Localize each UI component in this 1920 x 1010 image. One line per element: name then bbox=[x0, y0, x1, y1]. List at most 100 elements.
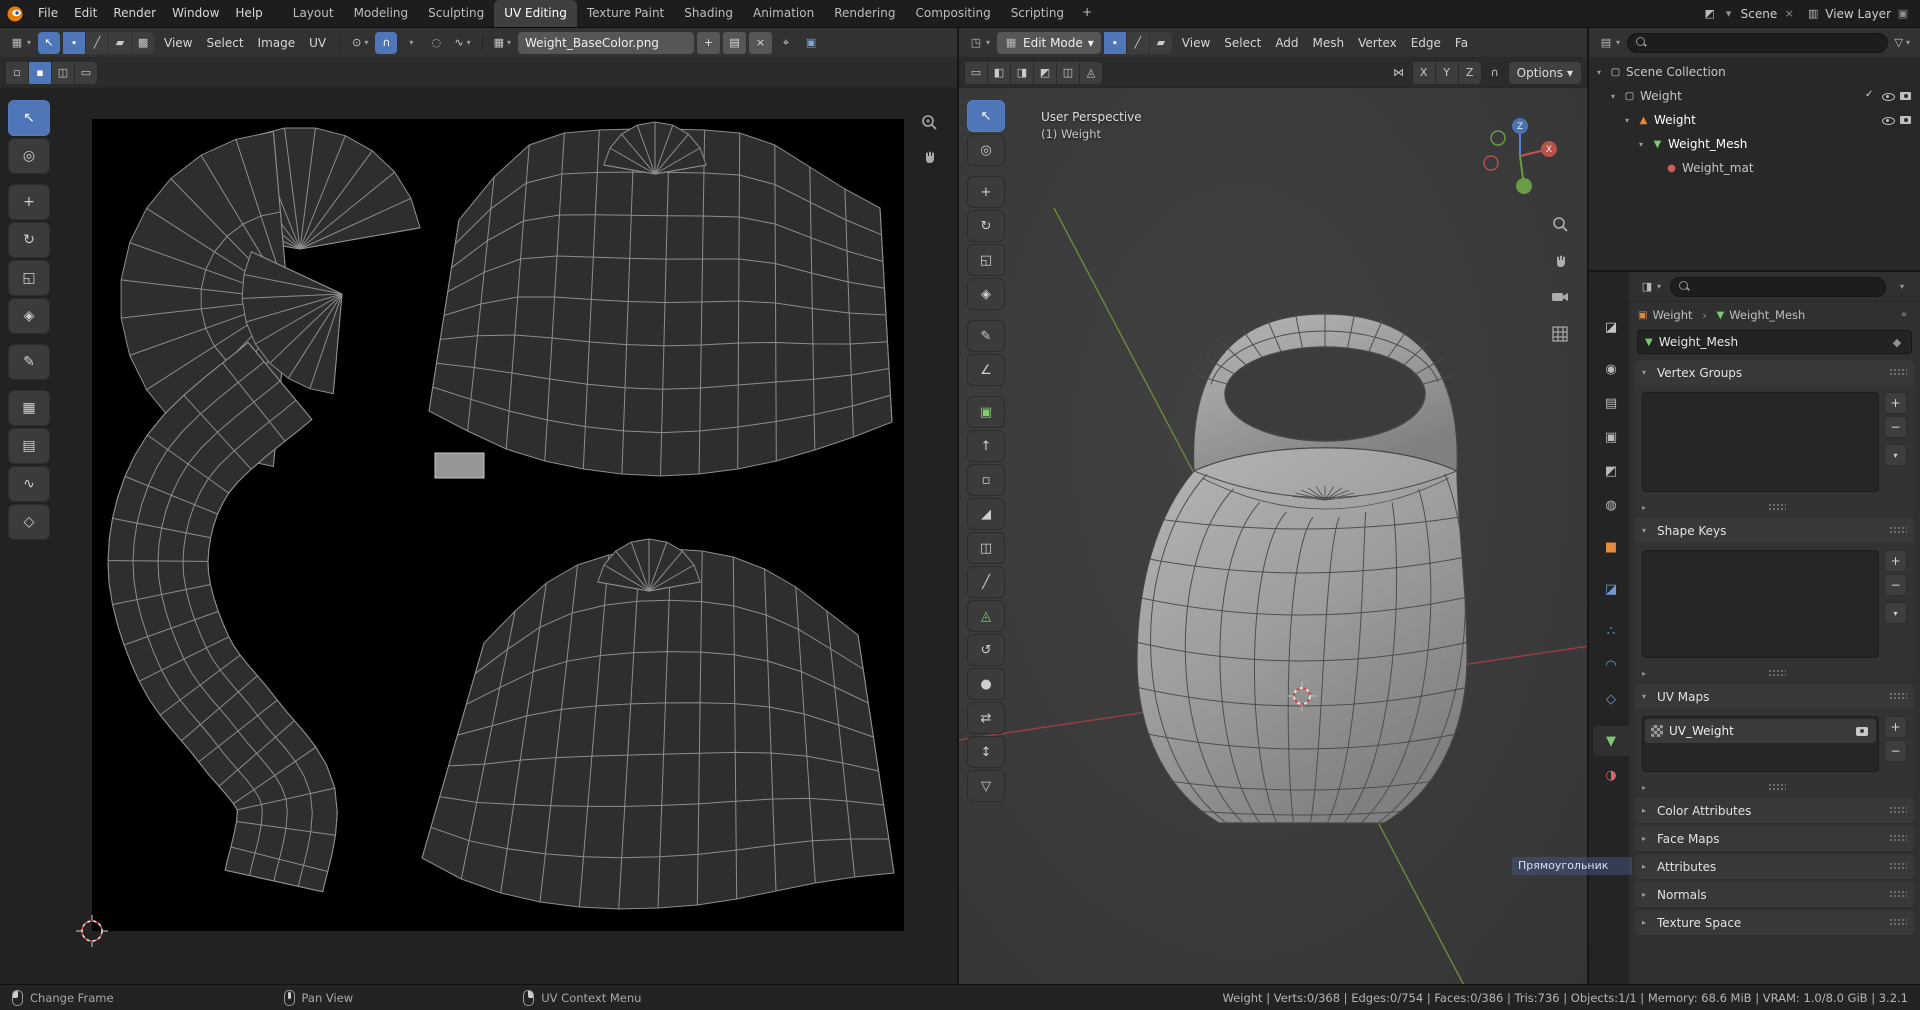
section-header[interactable]: ▾ Vertex Groups bbox=[1635, 360, 1914, 385]
viewport-menu-select[interactable]: Select bbox=[1217, 32, 1268, 54]
outliner-row-scene-collection[interactable]: ▾ ▢ Scene Collection bbox=[1589, 60, 1920, 84]
eye-icon[interactable] bbox=[1880, 89, 1896, 103]
tool-button-spin[interactable]: ↺ bbox=[967, 634, 1005, 666]
uv-sync-selection-toggle[interactable]: ↖ bbox=[38, 31, 61, 54]
workspace-tab-compositing[interactable]: Compositing bbox=[905, 0, 1000, 27]
viewport-toggle-toggle-4[interactable]: ◩ bbox=[1034, 61, 1056, 84]
remove-button[interactable]: − bbox=[1884, 740, 1907, 762]
topbar-menu-edit[interactable]: Edit bbox=[66, 0, 105, 27]
tool-button-rotate[interactable]: ↻ bbox=[967, 210, 1005, 242]
snapping-menu-button[interactable]: ▾ bbox=[400, 32, 422, 54]
filter-dropdown-button[interactable]: ▾ bbox=[1891, 276, 1913, 298]
shield-icon[interactable]: ◆ bbox=[1890, 334, 1904, 350]
tool-button-rotate[interactable]: ↻ bbox=[8, 222, 50, 258]
workspace-tab-texture-paint[interactable]: Texture Paint bbox=[577, 0, 674, 27]
properties-tab-particles[interactable]: ∴ bbox=[1593, 616, 1629, 646]
view-layer-selector[interactable]: ▥ View Layer ▣ bbox=[1806, 6, 1910, 22]
subpanel-footer[interactable]: ▸ bbox=[1635, 499, 1914, 515]
section-header[interactable]: ▾ Shape Keys bbox=[1635, 518, 1914, 543]
eye-icon[interactable] bbox=[1880, 113, 1896, 127]
viewport-menu-add[interactable]: Add bbox=[1268, 32, 1305, 54]
uv-sticky-mode-sticky-shared-location[interactable]: ▪ bbox=[29, 61, 51, 84]
outliner-search[interactable] bbox=[1627, 32, 1888, 53]
workspace-tab-scripting[interactable]: Scripting bbox=[1001, 0, 1074, 27]
uv-select-mode-edge[interactable]: ╱ bbox=[86, 31, 109, 54]
tool-button-measure[interactable]: ∠ bbox=[967, 354, 1005, 386]
filter-button[interactable]: ▽ ▾ bbox=[1891, 32, 1914, 54]
properties-tab-view-layer[interactable]: ▣ bbox=[1593, 422, 1629, 452]
mesh-select-mode-edge[interactable]: ╱ bbox=[1126, 31, 1149, 54]
properties-tab-scene[interactable]: ◩ bbox=[1593, 456, 1629, 486]
workspace-tab-uv-editing[interactable]: UV Editing bbox=[494, 0, 577, 27]
drag-grip-icon[interactable] bbox=[1889, 918, 1907, 927]
tool-button-annotate[interactable]: ✎ bbox=[8, 344, 50, 380]
uv-canvas[interactable]: ↖ ◎ + ↻ ◱ ◈ ✎ ▦ ▤ ∿ ◇ bbox=[0, 88, 957, 984]
drag-grip-icon[interactable] bbox=[1889, 806, 1907, 815]
tool-button-bevel[interactable]: ◢ bbox=[967, 498, 1005, 530]
mesh-name-field[interactable]: ▼ Weight_Mesh ◆ bbox=[1637, 330, 1912, 354]
browse-image-button[interactable]: ▦ ▾ bbox=[490, 32, 515, 54]
section-header[interactable]: ▸ Face Maps bbox=[1635, 826, 1914, 851]
tool-button-rip-region[interactable]: ▽ bbox=[967, 770, 1005, 802]
symmetry-axis-x[interactable]: X bbox=[1412, 61, 1435, 84]
breadcrumb-object[interactable]: Weight bbox=[1652, 308, 1692, 322]
properties-tab-render[interactable]: ◉ bbox=[1593, 354, 1629, 384]
editor-type-button[interactable]: ▤ ▾ bbox=[1595, 32, 1624, 54]
tool-button-inset[interactable]: ▫ bbox=[967, 464, 1005, 496]
editor-type-button[interactable]: ▦ ▾ bbox=[6, 32, 35, 54]
unlink-scene-icon[interactable]: × bbox=[1782, 6, 1796, 22]
tool-button-smooth[interactable]: ● bbox=[967, 668, 1005, 700]
zoom-icon[interactable] bbox=[919, 112, 939, 132]
outliner-row-collection-weight[interactable]: ▾ ▢ Weight bbox=[1589, 84, 1920, 108]
tool-button-knife[interactable]: ╱ bbox=[967, 566, 1005, 598]
properties-tab-tool[interactable]: ◪ bbox=[1593, 312, 1629, 342]
specials-menu-button[interactable]: ▾ bbox=[1884, 602, 1907, 624]
properties-tab-object[interactable]: ■ bbox=[1593, 532, 1629, 562]
tool-button-transform[interactable]: ◈ bbox=[8, 298, 50, 334]
workspace-tab-layout[interactable]: Layout bbox=[283, 0, 344, 27]
list-box[interactable] bbox=[1642, 392, 1879, 492]
search-input[interactable] bbox=[1695, 280, 1877, 293]
uv-menu-view[interactable]: View bbox=[157, 32, 199, 54]
viewport-menu-edge[interactable]: Edge bbox=[1404, 32, 1448, 54]
uv-menu-select[interactable]: Select bbox=[200, 32, 251, 54]
uv-select-mode-vertex[interactable]: ∙ bbox=[63, 31, 86, 54]
tool-button-tweak[interactable]: ↖ bbox=[967, 100, 1005, 132]
properties-tab-world[interactable]: ◍ bbox=[1593, 490, 1629, 520]
image-overlay-toggle[interactable]: ▣ bbox=[800, 32, 822, 54]
tool-button-pinch[interactable]: ◇ bbox=[8, 504, 50, 540]
uv-map-row[interactable]: UV_Weight bbox=[1645, 719, 1876, 743]
tool-button-shrink-fatten[interactable]: ↕ bbox=[967, 736, 1005, 768]
tool-button-cursor[interactable]: ◎ bbox=[8, 138, 50, 174]
expand-caret-icon[interactable]: ▾ bbox=[1607, 92, 1619, 101]
snapping-toggle[interactable]: ∩ bbox=[375, 31, 398, 54]
proportional-falloff-button[interactable]: ∿ ▾ bbox=[450, 32, 474, 54]
symmetry-axis-y[interactable]: Y bbox=[1435, 61, 1458, 84]
tool-button-add-cube[interactable]: ▣ bbox=[967, 396, 1005, 428]
add-button[interactable]: + bbox=[1884, 716, 1907, 738]
tool-button-grab[interactable]: ▤ bbox=[8, 428, 50, 464]
drag-grip-icon[interactable] bbox=[1889, 692, 1907, 701]
viewport-menu-mesh[interactable]: Mesh bbox=[1306, 32, 1352, 54]
section-header[interactable]: ▸ Color Attributes bbox=[1635, 798, 1914, 823]
breadcrumb-data[interactable]: Weight_Mesh bbox=[1729, 308, 1805, 322]
tool-button-loop-cut[interactable]: ◫ bbox=[967, 532, 1005, 564]
uv-select-mode-island[interactable]: ▩ bbox=[132, 31, 155, 54]
tool-button-scale[interactable]: ◱ bbox=[967, 244, 1005, 276]
properties-tab-output[interactable]: ▤ bbox=[1593, 388, 1629, 418]
properties-tab-modifiers[interactable]: ◪ bbox=[1593, 574, 1629, 604]
proportional-editing-toggle[interactable]: ◌ bbox=[425, 32, 447, 54]
drag-grip-icon[interactable] bbox=[1889, 862, 1907, 871]
mesh-symmetry-icon[interactable]: ⋈ bbox=[1388, 62, 1410, 84]
search-input[interactable] bbox=[1652, 36, 1879, 49]
tool-button-tweak[interactable]: ↖ bbox=[8, 100, 50, 136]
expand-caret-icon[interactable]: ▾ bbox=[1635, 140, 1647, 149]
pivot-point-button[interactable]: ⊙ ▾ bbox=[348, 32, 372, 54]
topbar-menu-file[interactable]: File bbox=[30, 0, 66, 27]
tool-button-cursor[interactable]: ◎ bbox=[967, 134, 1005, 166]
viewport-toggle-toggle-1[interactable]: ▭ bbox=[965, 61, 987, 84]
section-header[interactable]: ▸ Texture Space bbox=[1635, 910, 1914, 935]
pin-image-button[interactable]: ⌖ bbox=[775, 32, 797, 54]
orthographic-grid-icon[interactable] bbox=[1550, 324, 1570, 344]
camera-icon[interactable] bbox=[1898, 89, 1914, 103]
